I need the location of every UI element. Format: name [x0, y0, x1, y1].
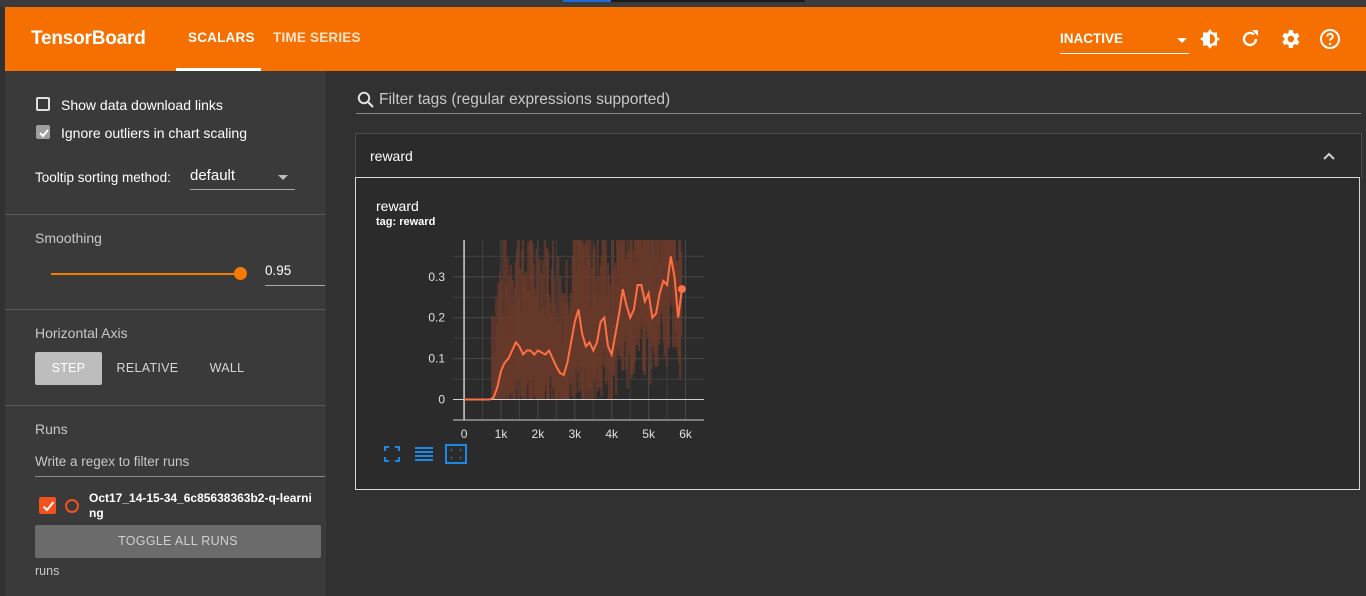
fit-domain-icon[interactable] — [445, 444, 467, 464]
category-content: reward tag: reward 0 1k 2k 3k 4k 5k 6k 0 0.1 0.2 0… — [355, 177, 1360, 490]
y-tick-label: 0 — [438, 393, 445, 407]
theme-icon[interactable] — [1198, 27, 1222, 51]
chevron-up-icon[interactable] — [1322, 149, 1336, 163]
smoothing-slider-track[interactable] — [51, 273, 241, 275]
show-download-links-label: Show data download links — [61, 97, 223, 113]
x-tick-label: 1k — [495, 427, 509, 440]
runs-filter-placeholder: Write a regex to filter runs — [35, 454, 190, 469]
ignore-outliers-label: Ignore outliers in chart scaling — [61, 125, 247, 141]
y-tick-label: 0.1 — [428, 352, 445, 366]
category-header[interactable]: reward — [355, 133, 1362, 178]
smoothing-value: 0.95 — [265, 263, 292, 278]
tab-time-series[interactable]: TIME SERIES — [273, 30, 361, 45]
axis-relative-button[interactable]: RELATIVE — [111, 352, 184, 385]
divider — [5, 214, 325, 215]
inactive-select-label: INACTIVE — [1060, 31, 1124, 46]
run-name-line2: ng — [89, 506, 104, 520]
smoothing-input[interactable]: 0.95 — [265, 261, 325, 286]
runs-filter-input[interactable]: Write a regex to filter runs — [35, 451, 325, 477]
tooltip-sorting-select[interactable]: default — [190, 165, 295, 190]
tab-scalars[interactable]: SCALARS — [188, 30, 255, 45]
run-color-swatch-icon[interactable] — [65, 499, 79, 513]
top-tab-indicator — [563, 0, 611, 2]
axis-wall-button[interactable]: WALL — [200, 352, 254, 385]
smoothing-slider-handle[interactable] — [234, 267, 247, 280]
reload-icon[interactable] — [1238, 27, 1262, 51]
search-icon — [357, 91, 374, 108]
toggle-all-runs-button[interactable]: TOGGLE ALL RUNS — [35, 525, 321, 558]
last-point-marker — [677, 285, 686, 294]
divider — [5, 309, 325, 310]
card-title: reward — [376, 198, 419, 214]
x-tick-label: 0 — [461, 427, 468, 440]
tooltip-sorting-value: default — [190, 167, 236, 184]
toggle-log-scale-icon[interactable] — [415, 446, 433, 462]
divider — [5, 405, 325, 406]
inactive-plugins-select[interactable]: INACTIVE — [1060, 29, 1189, 54]
show-download-links-checkbox[interactable] — [36, 97, 50, 111]
check-icon — [39, 129, 49, 138]
window-top-strip — [0, 0, 1366, 7]
main-panel: Filter tags (regular expressions support… — [326, 71, 1366, 596]
fullscreen-icon[interactable] — [384, 446, 400, 462]
horizontal-axis-label: Horizontal Axis — [35, 325, 128, 341]
ignore-outliers-checkbox[interactable] — [36, 125, 50, 139]
y-tick-label: 0.2 — [428, 311, 445, 325]
run-name-line1: Oct17_14-15-34_6c85638363b2-q-learni — [89, 491, 312, 505]
x-tick-label: 5k — [642, 427, 656, 440]
check-icon — [42, 501, 55, 512]
smoothing-label: Smoothing — [35, 230, 102, 246]
chevron-down-icon — [1177, 38, 1187, 43]
chevron-down-icon — [278, 175, 288, 180]
run-checkbox[interactable] — [39, 497, 56, 514]
sidebar: Show data download links Ignore outliers… — [5, 71, 326, 596]
help-icon[interactable] — [1318, 27, 1342, 51]
brand-title[interactable]: TensorBoard — [31, 28, 146, 50]
y-tick-label: 0.3 — [428, 270, 445, 284]
settings-icon[interactable] — [1278, 27, 1302, 51]
axis-step-button[interactable]: STEP — [35, 352, 102, 385]
runs-footer: runs — [35, 564, 60, 578]
category-title: reward — [370, 148, 413, 164]
x-tick-label: 6k — [679, 427, 693, 440]
tag-filter-placeholder: Filter tags (regular expressions support… — [379, 91, 671, 108]
x-tick-label: 2k — [532, 427, 546, 440]
tag-filter-input[interactable]: Filter tags (regular expressions support… — [356, 85, 1361, 114]
top-strip-segment — [611, 0, 805, 2]
x-tick-label: 3k — [568, 427, 582, 440]
card-tag: tag: reward — [376, 216, 436, 228]
app-header: TensorBoard SCALARS TIME SERIES INACTIVE — [5, 7, 1366, 71]
x-tick-label: 4k — [605, 427, 619, 440]
tooltip-sorting-label: Tooltip sorting method: — [35, 170, 171, 185]
runs-label: Runs — [35, 421, 68, 437]
reward-chart[interactable]: 0 1k 2k 3k 4k 5k 6k 0 0.1 0.2 0.3 — [374, 230, 714, 440]
